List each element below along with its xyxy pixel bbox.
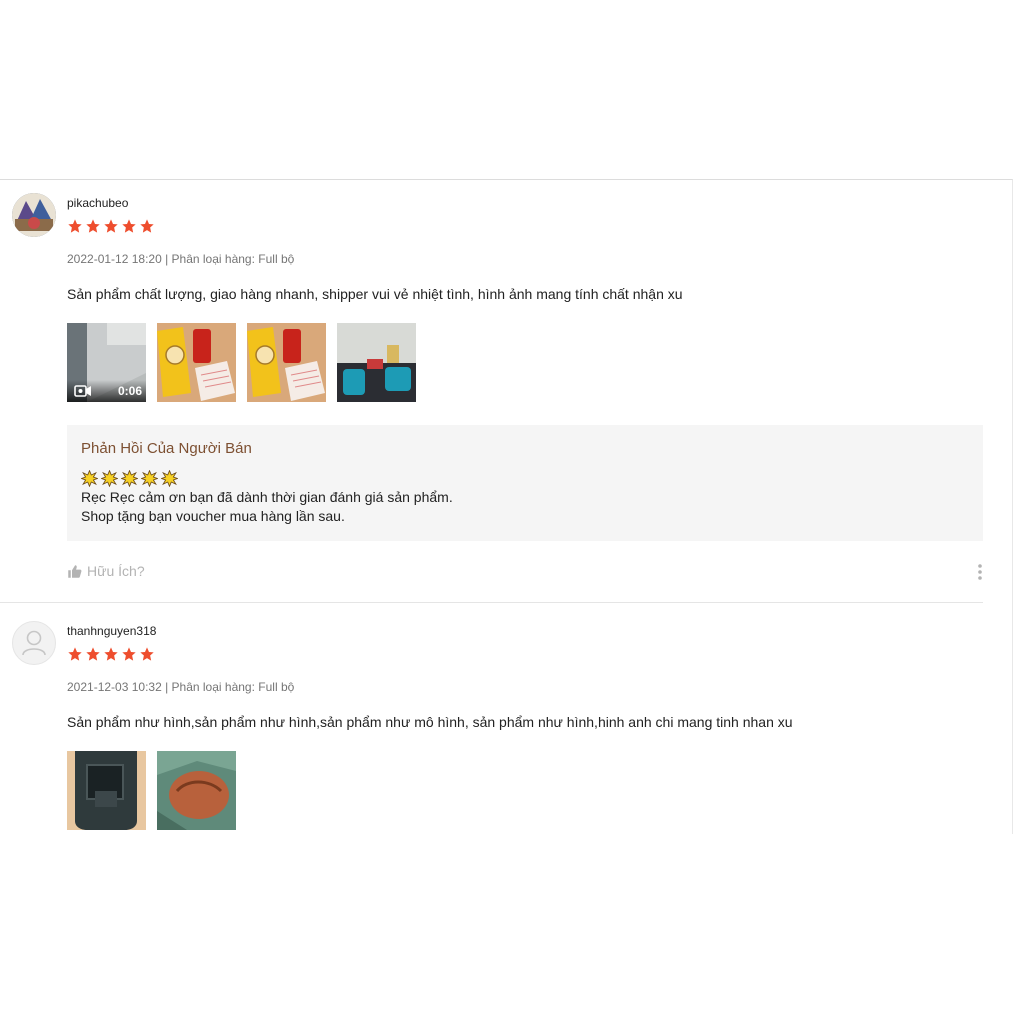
star-icon [122,647,136,661]
star-icon [68,219,82,233]
review-meta: 2021-12-03 10:32 | Phân loại hàng: Full … [67,680,295,694]
seller-reply: Phản Hồi Của Người Bán Rẹc Rẹc cảm ơn bạ… [67,425,983,541]
review-video-thumbnail[interactable]: 0:06 [67,323,146,402]
star-icon [140,647,154,661]
seller-reply-title: Phản Hồi Của Người Bán [81,440,252,457]
seller-reply-stars [81,470,178,487]
reviews-panel: pikachubeo 2022-01-12 18:20 | Phân loại … [0,179,1013,834]
rating-stars [67,218,155,234]
review-media [67,751,236,830]
sparkle-star-icon [101,470,118,487]
review-content: Sản phẩm chất lượng, giao hàng nhanh, sh… [67,286,683,302]
sparkle-star-icon [141,470,158,487]
review-divider [0,602,983,603]
review-image[interactable] [157,323,236,402]
thumbs-up-icon [68,564,82,578]
video-duration: 0:06 [117,384,142,398]
review-image[interactable] [157,751,236,830]
star-icon [86,219,100,233]
review-media: 0:06 [67,323,416,402]
review-username[interactable]: pikachubeo [67,196,128,210]
video-camera-icon [74,385,91,397]
star-icon [104,219,118,233]
star-icon [68,647,82,661]
review-username[interactable]: thanhnguyen318 [67,624,156,638]
star-icon [122,219,136,233]
user-icon [22,630,46,656]
more-vertical-icon[interactable] [976,563,984,581]
rating-stars [67,646,155,662]
review-meta: 2022-01-12 18:20 | Phân loại hàng: Full … [67,252,295,266]
review-image[interactable] [337,323,416,402]
star-icon [86,647,100,661]
seller-reply-text: Rẹc Rẹc cảm ơn bạn đã dành thời gian đán… [81,489,453,505]
review-image[interactable] [247,323,326,402]
review-content: Sản phẩm như hình,sản phẩm như hình,sản … [67,714,793,730]
sparkle-star-icon [161,470,178,487]
star-icon [140,219,154,233]
avatar[interactable] [12,621,56,665]
sparkle-star-icon [81,470,98,487]
seller-reply-text: Shop tặng bạn voucher mua hàng lần sau. [81,508,345,524]
sparkle-star-icon [121,470,138,487]
helpful-button[interactable]: Hữu Ích? [67,563,145,579]
star-icon [104,647,118,661]
helpful-label: Hữu Ích? [87,563,145,579]
avatar[interactable] [12,193,56,237]
review-image[interactable] [67,751,146,830]
